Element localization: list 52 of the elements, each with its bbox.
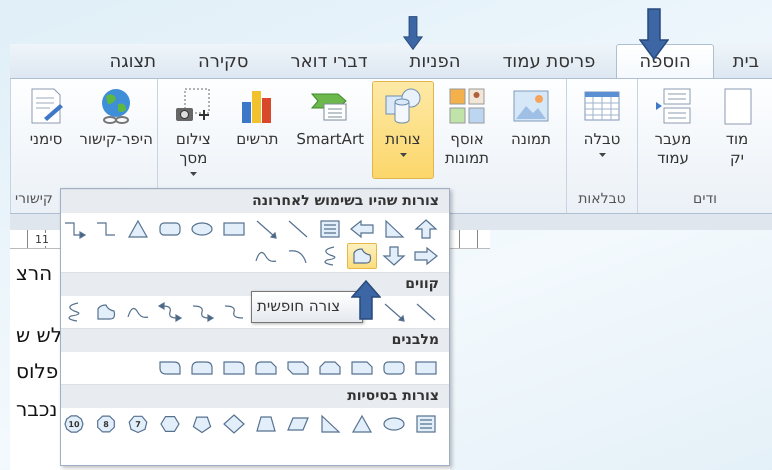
document-text: נכבר — [16, 397, 58, 417]
ribbon-button[interactable]: היפר-קישור — [79, 81, 154, 152]
tab[interactable]: תצוגה — [88, 44, 178, 78]
up-arrow-icon — [351, 280, 381, 320]
shape-tooltip: צורה חופשית — [251, 291, 363, 323]
right-arrow-icon — [414, 246, 438, 266]
ribbon-button[interactable]: סימני — [15, 81, 77, 152]
document-text: הרצ — [16, 261, 52, 281]
tab[interactable]: הוספה — [616, 44, 714, 78]
ribbon-button[interactable]: צורות — [372, 81, 434, 179]
clip-art-icon — [447, 86, 487, 126]
ribbon-button[interactable]: צילום מסך — [162, 81, 224, 179]
tab[interactable]: הפניות — [388, 44, 482, 78]
shapes-icon — [383, 86, 423, 126]
section-header: צורות שהיו בשימוש לאחרונה — [61, 189, 449, 213]
page-break-icon — [653, 86, 693, 126]
curved-double-arrow-icon — [158, 302, 182, 322]
triangle-icon — [350, 414, 374, 434]
document-text: לש ש — [16, 323, 62, 343]
text-box-icon — [414, 414, 438, 434]
arrow-line-icon — [382, 302, 406, 322]
tab[interactable]: דברי דואר — [269, 44, 389, 78]
section-header: מלבנים — [61, 328, 449, 352]
ribbon-button[interactable]: טבלה — [571, 81, 633, 160]
ribbon-button[interactable]: אוסף תמונות — [436, 81, 498, 179]
triangle-icon — [126, 219, 150, 239]
ribbon-button[interactable]: מוד יק — [706, 81, 768, 171]
diamond-icon — [222, 414, 246, 434]
line-icon — [286, 219, 310, 239]
shape-button[interactable] — [347, 243, 377, 269]
section-header: צורות בסיסיות — [61, 384, 449, 408]
left-arrow-icon — [350, 219, 374, 239]
text-box-icon — [318, 219, 342, 239]
hexagon-icon — [158, 414, 182, 434]
ribbon-button[interactable]: תרשים — [226, 81, 288, 179]
pentagon-icon — [190, 414, 214, 434]
trapezoid-icon — [254, 414, 278, 434]
group-label: קישורי — [15, 191, 53, 209]
ribbon-button[interactable]: תמונה — [500, 81, 562, 179]
group-label: ודים — [692, 191, 718, 209]
section-header: קווים — [61, 272, 449, 296]
tab[interactable]: פריסת עמוד — [481, 44, 616, 78]
document-text: פלוס — [16, 359, 58, 379]
group-label: טבלאות — [577, 191, 627, 209]
ribbon-button[interactable]: מעבר עמוד — [642, 81, 704, 171]
ribbon-button[interactable]: SmartArt — [290, 81, 370, 179]
arrow-line-icon — [254, 219, 278, 239]
tab[interactable]: בית — [714, 44, 772, 78]
up-arrow-icon — [414, 219, 438, 239]
line-icon — [414, 302, 438, 322]
down-arrow-icon — [382, 246, 406, 266]
tab[interactable]: סקירה — [177, 44, 270, 78]
